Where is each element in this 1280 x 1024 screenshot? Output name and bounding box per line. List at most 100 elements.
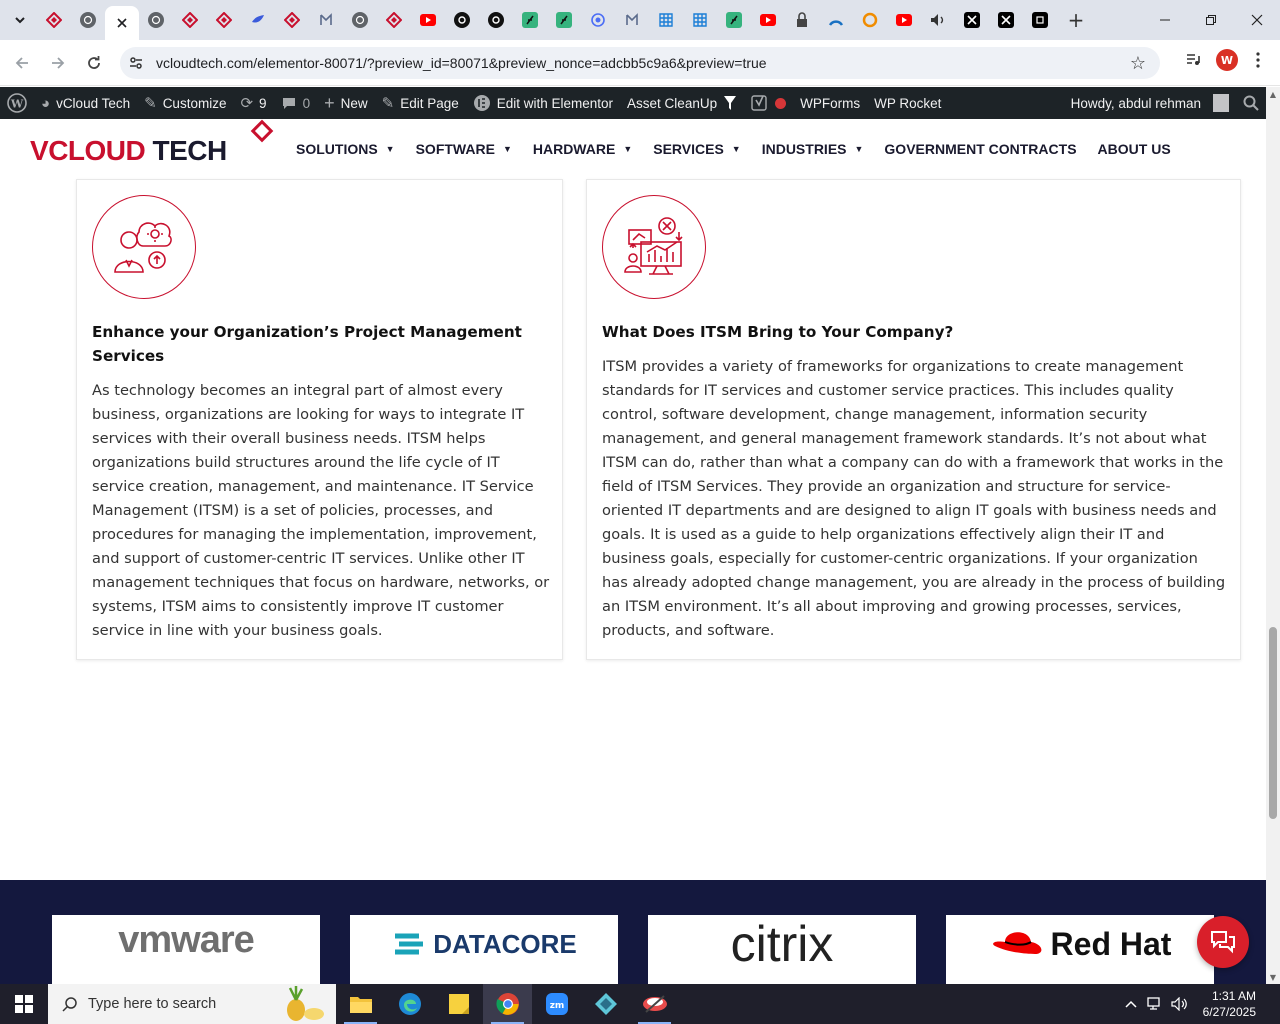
taskbar-search-box[interactable]: Type here to search: [48, 984, 336, 1024]
scroll-up-arrow[interactable]: ▲: [1266, 87, 1280, 101]
globe-favicon-icon: [352, 12, 368, 28]
nav-item-industries[interactable]: INDUSTRIES ▼: [762, 141, 864, 157]
admin-search-button[interactable]: [1236, 87, 1266, 119]
taskbar-clock[interactable]: 1:31 AM 6/27/2025: [1193, 988, 1266, 1020]
browser-tab[interactable]: [1023, 4, 1057, 36]
square-favicon-icon: [1032, 12, 1048, 28]
address-bar[interactable]: vcloudtech.com/elementor-80071/?preview_…: [120, 47, 1160, 79]
browser-tab[interactable]: [275, 4, 309, 36]
taskbar-file-explorer[interactable]: [336, 984, 385, 1024]
network-icon: [1146, 997, 1160, 1010]
minimize-button[interactable]: [1142, 0, 1188, 40]
browser-tab[interactable]: [615, 4, 649, 36]
reload-button[interactable]: [76, 45, 112, 81]
browser-tab[interactable]: [411, 4, 445, 36]
nav-item-hardware[interactable]: HARDWARE ▼: [533, 141, 632, 157]
browser-tab[interactable]: [479, 4, 513, 36]
edit-elementor-label: Edit with Elementor: [496, 95, 614, 111]
tray-overflow-button[interactable]: [1119, 1000, 1143, 1008]
scrollbar-thumb[interactable]: [1269, 627, 1277, 819]
updates-link[interactable]: ⟳ 9: [233, 87, 273, 119]
partner-logo-datacore[interactable]: DATACORE: [350, 915, 618, 984]
notification-button[interactable]: [1266, 984, 1280, 1024]
partner-logo-vmware[interactable]: vmware: [52, 915, 320, 984]
browser-tab[interactable]: [37, 4, 71, 36]
site-name-link[interactable]: ◕ vCloud Tech: [34, 87, 137, 119]
media-control-icon[interactable]: [1178, 45, 1208, 75]
browser-tab[interactable]: [547, 4, 581, 36]
browser-tab[interactable]: [343, 4, 377, 36]
browser-tab[interactable]: [207, 4, 241, 36]
browser-tab[interactable]: [853, 4, 887, 36]
browser-tab[interactable]: [581, 4, 615, 36]
browser-tab[interactable]: [989, 4, 1023, 36]
new-tab-button[interactable]: +: [1061, 5, 1091, 35]
taskbar-chrome[interactable]: [483, 984, 532, 1024]
wp-rocket-link[interactable]: WP Rocket: [867, 87, 948, 119]
scroll-down-arrow[interactable]: ▼: [1266, 970, 1280, 984]
taskbar-zoom[interactable]: zm: [532, 984, 581, 1024]
wpforms-link[interactable]: WPForms: [793, 87, 867, 119]
browser-tab[interactable]: [649, 4, 683, 36]
nav-item-services[interactable]: SERVICES ▼: [653, 141, 740, 157]
partner-logo-citrix[interactable]: citrix: [648, 915, 916, 984]
start-button[interactable]: [0, 984, 48, 1024]
browser-tab[interactable]: [819, 4, 853, 36]
browser-tab[interactable]: [241, 4, 275, 36]
my-account-link[interactable]: Howdy, abdul rehman: [1064, 87, 1236, 119]
browser-tab[interactable]: [921, 4, 955, 36]
close-window-button[interactable]: [1234, 0, 1280, 40]
windows-logo-icon: [15, 995, 33, 1013]
browser-tab[interactable]: [785, 4, 819, 36]
asset-cleanup-link[interactable]: Asset CleanUp: [620, 87, 744, 119]
browser-tab[interactable]: [717, 4, 751, 36]
browser-tab[interactable]: [513, 4, 547, 36]
nav-item-about-us[interactable]: ABOUT US: [1098, 141, 1171, 157]
browser-tab[interactable]: [173, 4, 207, 36]
close-tab-icon[interactable]: [114, 15, 130, 31]
browser-tab[interactable]: [445, 4, 479, 36]
edit-page-link[interactable]: ✎ Edit Page: [375, 87, 466, 119]
url-text[interactable]: vcloudtech.com/elementor-80071/?preview_…: [156, 55, 767, 71]
x-favicon-icon: [964, 12, 980, 28]
nav-item-government-contracts[interactable]: GOVERNMENT CONTRACTS: [884, 141, 1076, 157]
nav-item-solutions[interactable]: SOLUTIONS ▼: [296, 141, 395, 157]
comments-link[interactable]: 0: [274, 87, 318, 119]
forward-button[interactable]: [40, 45, 76, 81]
yoast-seo-link[interactable]: [744, 87, 793, 119]
taskbar-edge[interactable]: [385, 984, 434, 1024]
new-content-link[interactable]: + New: [317, 87, 375, 119]
taskbar-app-snipping[interactable]: [630, 984, 679, 1024]
browser-tab[interactable]: [71, 4, 105, 36]
browser-tab[interactable]: [139, 4, 173, 36]
volume-button[interactable]: [1167, 997, 1193, 1011]
ring-favicon-icon: [862, 12, 878, 28]
tab-search-button[interactable]: [5, 5, 35, 35]
taskbar-sticky-notes[interactable]: [434, 984, 483, 1024]
edit-with-elementor-link[interactable]: Edit with Elementor: [466, 87, 620, 119]
browser-tab[interactable]: [887, 4, 921, 36]
taskbar-app-diamond[interactable]: [581, 984, 630, 1024]
wordpress-logo-button[interactable]: W: [0, 87, 34, 119]
nav-item-software[interactable]: SOFTWARE ▼: [416, 141, 512, 157]
analytics-dashboard-icon: [602, 195, 706, 299]
browser-menu-icon[interactable]: [1246, 45, 1270, 75]
page-scrollbar[interactable]: ▲ ▼: [1266, 87, 1280, 984]
browser-tab[interactable]: [105, 6, 139, 40]
browser-tab[interactable]: [683, 4, 717, 36]
browser-tab[interactable]: [751, 4, 785, 36]
browser-tab[interactable]: [955, 4, 989, 36]
partner-logo-redhat[interactable]: Red Hat: [946, 915, 1214, 984]
browser-tab[interactable]: [377, 4, 411, 36]
bookmark-star-icon[interactable]: ☆: [1130, 53, 1146, 74]
site-logo[interactable]: VCLOUD TECH: [30, 135, 227, 167]
network-button[interactable]: [1143, 997, 1167, 1011]
site-info-icon[interactable]: [120, 55, 152, 71]
customize-link[interactable]: ✎ Customize: [137, 87, 233, 119]
live-chat-button[interactable]: [1197, 916, 1249, 968]
caret-down-icon: ▼: [385, 144, 395, 154]
restore-button[interactable]: [1188, 0, 1234, 40]
profile-avatar[interactable]: W: [1216, 49, 1238, 71]
browser-tab[interactable]: [309, 4, 343, 36]
back-button[interactable]: [4, 45, 40, 81]
